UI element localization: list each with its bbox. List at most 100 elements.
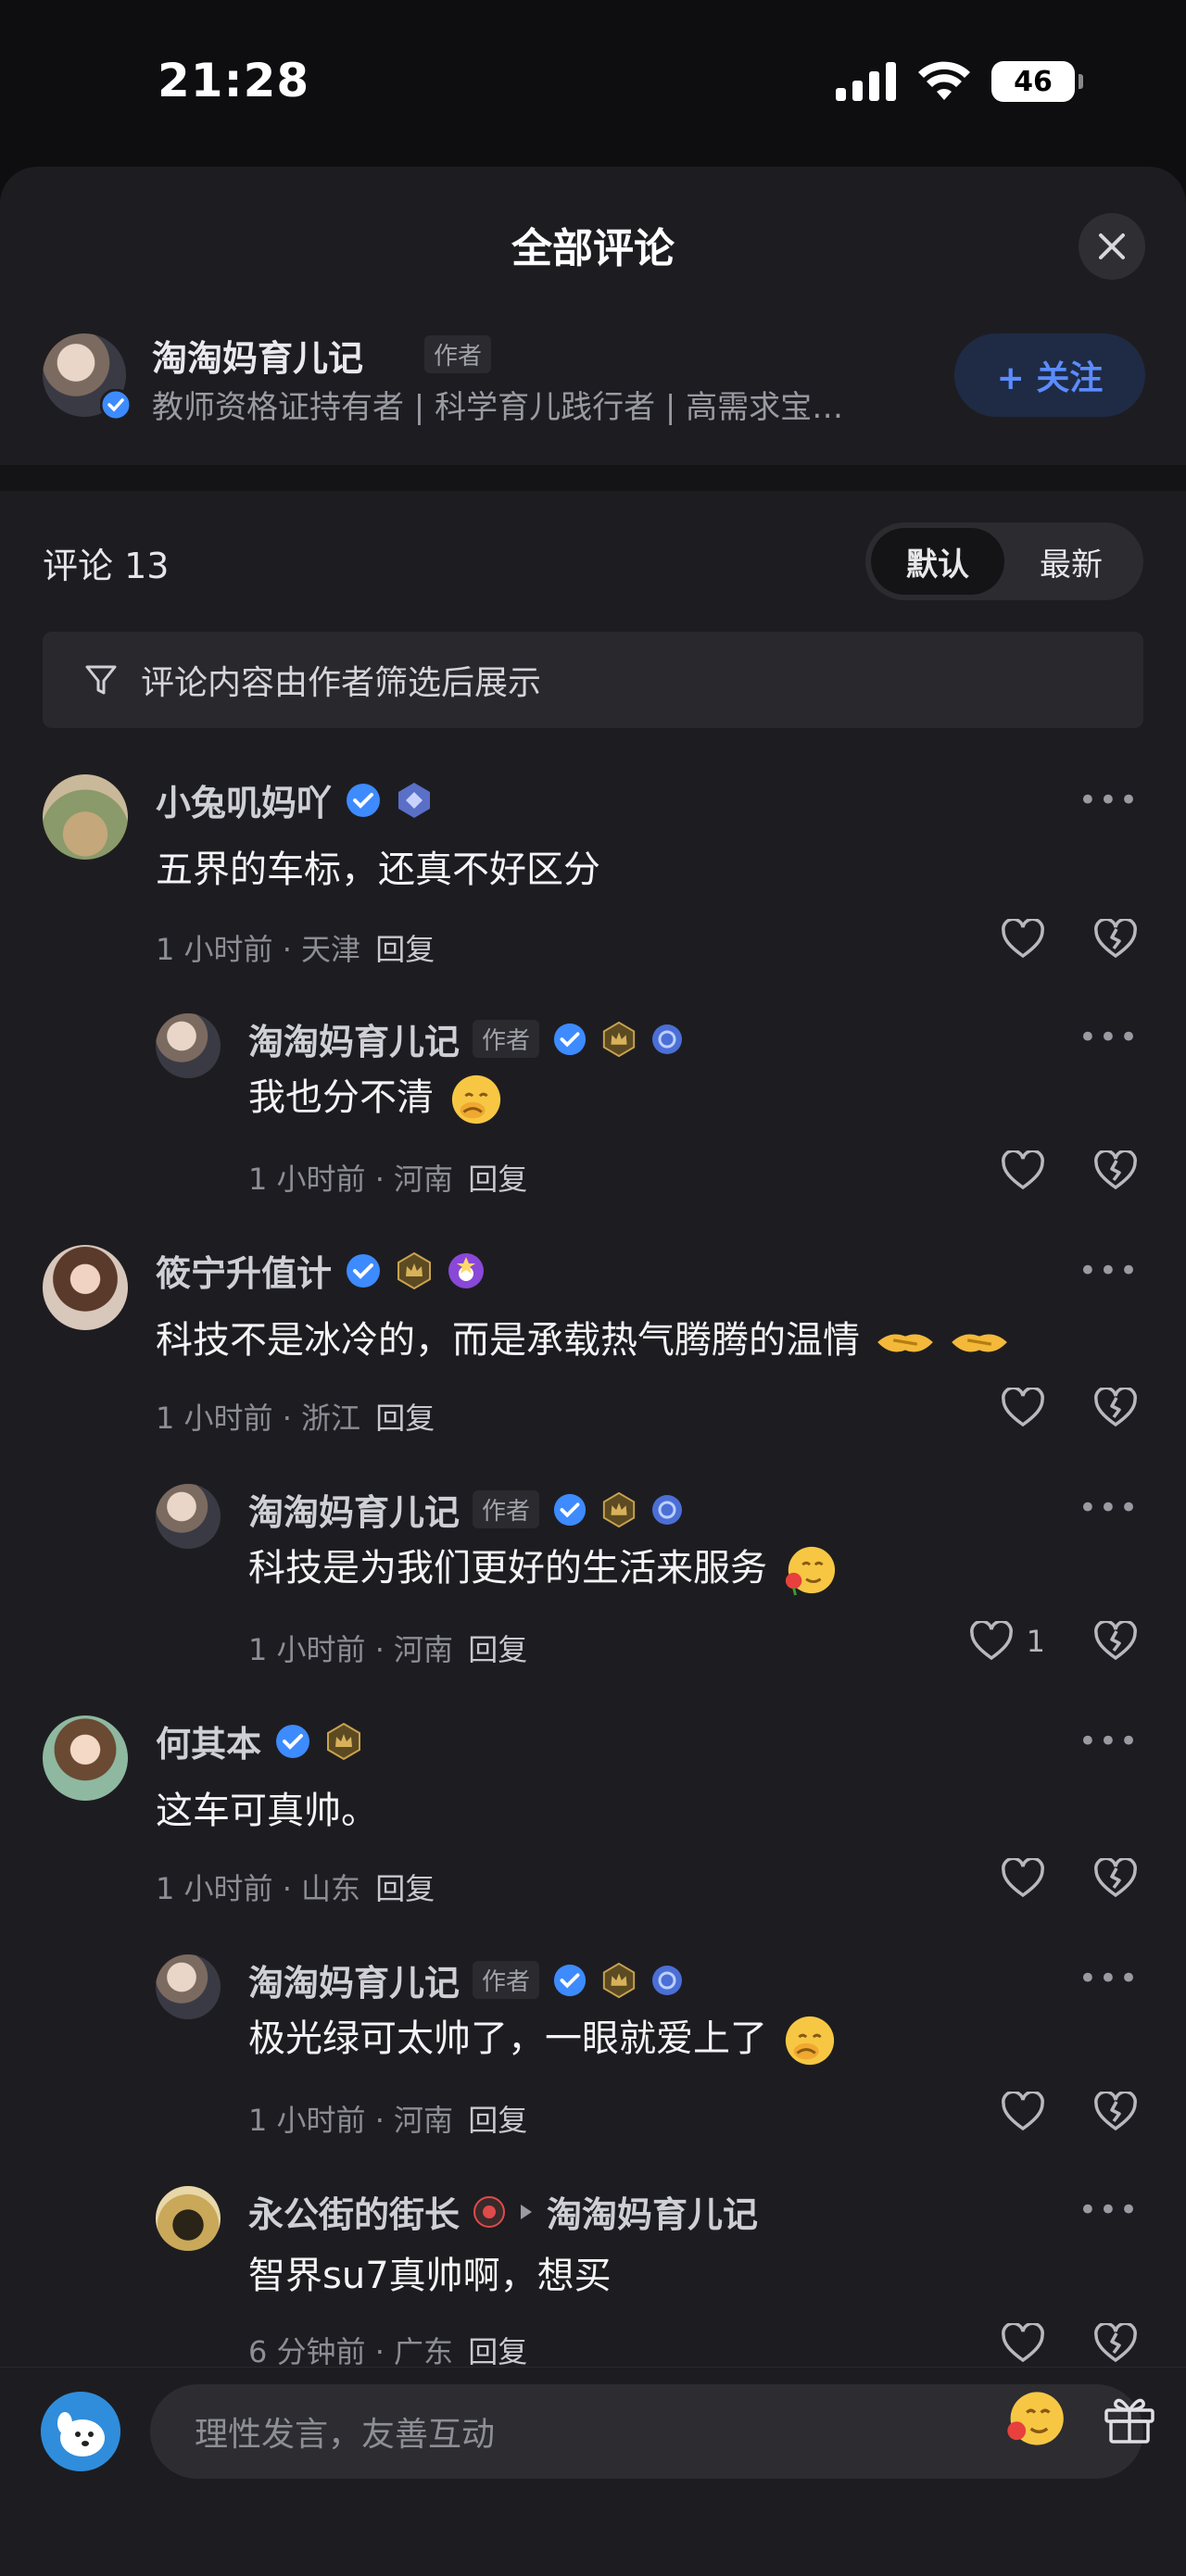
comment-author-name: 小兔叽妈吖 — [156, 783, 333, 823]
like-button[interactable] — [1001, 1388, 1045, 1428]
like-button[interactable] — [1001, 1858, 1045, 1899]
comment-text-content: 科技是为我们更好的生活来服务 — [248, 1547, 767, 1590]
comment-meta: 1 小时前 · 河南 回复 — [248, 1156, 527, 1199]
avatar[interactable] — [156, 1484, 221, 1549]
fan-badge-icon — [448, 1252, 485, 1288]
comment-item: 何其本 这车可真帅。 1 小时前 · 山东 回复 ••• — [0, 1710, 1186, 1932]
avatar[interactable] — [43, 1245, 128, 1330]
heart-icon — [1002, 1150, 1044, 1190]
avatar[interactable] — [43, 1715, 128, 1801]
close-button[interactable] — [1079, 213, 1145, 280]
dislike-button[interactable] — [1093, 1619, 1138, 1665]
shy-smile-emoji-icon — [451, 1074, 500, 1125]
level-badge-icon — [398, 782, 431, 818]
dislike-button[interactable] — [1093, 1386, 1138, 1432]
emoji-button[interactable] — [1004, 2388, 1066, 2453]
handshake-emoji-icon — [952, 1334, 1008, 1352]
heart-icon — [1002, 1858, 1044, 1898]
dislike-button[interactable] — [1093, 1856, 1138, 1903]
shy-smile-emoji-icon — [785, 2016, 834, 2066]
level-badge-icon — [652, 1024, 683, 1054]
like-button[interactable] — [1001, 1150, 1045, 1191]
dislike-button[interactable] — [1093, 1149, 1138, 1195]
crown-badge-icon — [397, 1251, 432, 1289]
comment-meta: 1 小时前 · 河南 回复 — [248, 1627, 527, 1669]
sheet-title: 全部评论 — [511, 225, 675, 272]
comment-time-location: 1 小时前 · 山东 — [156, 1871, 361, 1906]
comment-author-name: 淘淘妈育儿记 — [248, 1022, 461, 1062]
reply-button[interactable]: 回复 — [375, 1871, 435, 1906]
verified-icon — [553, 1493, 587, 1526]
like-button[interactable] — [1001, 2092, 1045, 2132]
reply-button[interactable]: 回复 — [468, 2103, 527, 2138]
status-time: 21:28 — [158, 54, 310, 107]
comment-text: 我也分不清 — [248, 1067, 503, 1126]
comment-text-content: 极光绿可太帅了，一眼就爱上了 — [248, 2017, 767, 2060]
more-options-icon[interactable]: ••• — [1079, 1252, 1140, 1289]
heart-icon — [1002, 919, 1044, 959]
reply-button[interactable]: 回复 — [375, 1401, 435, 1436]
more-options-icon[interactable]: ••• — [1079, 2192, 1140, 2229]
like-button[interactable] — [1001, 2323, 1045, 2364]
avatar[interactable] — [156, 1013, 221, 1078]
comment-author-name: 何其本 — [156, 1724, 262, 1765]
more-options-icon[interactable]: ••• — [1079, 1489, 1140, 1527]
verified-icon — [347, 783, 381, 817]
broken-heart-icon — [1094, 1856, 1137, 1898]
comment-input-placeholder: 理性发言，友善互动 — [195, 2416, 496, 2454]
comment-author[interactable]: 永公街的街长 淘淘妈育儿记 — [248, 2186, 758, 2237]
avatar[interactable] — [156, 2186, 221, 2251]
broken-heart-icon — [1094, 2090, 1137, 2131]
reply-button[interactable]: 回复 — [468, 1162, 527, 1197]
like-button[interactable] — [1001, 919, 1045, 960]
reply-button[interactable]: 回复 — [375, 932, 435, 967]
comment-author[interactable]: 淘淘妈育儿记 作者 — [248, 1954, 684, 2005]
author-header: 淘淘妈育儿记 作者 教师资格证持有者 | 科学育儿践行者 | 高需求宝… + 关… — [43, 324, 1145, 426]
more-options-icon[interactable]: ••• — [1079, 1960, 1140, 1997]
comment-author[interactable]: 淘淘妈育儿记 作者 — [248, 1484, 684, 1535]
follow-button[interactable]: + 关注 — [954, 333, 1145, 417]
dislike-button[interactable] — [1093, 2321, 1138, 2368]
comment-time-location: 1 小时前 · 河南 — [248, 1632, 454, 1667]
comment-author[interactable]: 淘淘妈育儿记 作者 — [248, 1013, 684, 1064]
comment-text-content: 科技不是冰冷的，而是承载热气腾腾的温情 — [156, 1319, 860, 1362]
gift-button[interactable] — [1101, 2390, 1158, 2451]
verified-icon — [553, 1023, 587, 1055]
comment-time-location: 1 小时前 · 天津 — [156, 932, 361, 967]
sort-latest[interactable]: 最新 — [1004, 528, 1138, 595]
wifi-icon — [918, 61, 970, 100]
author-tag: 作者 — [473, 1020, 540, 1058]
sort-toggle: 默认 最新 — [865, 522, 1143, 600]
reply-button[interactable]: 回复 — [468, 1632, 527, 1667]
comment-author[interactable]: 筱宁升值计 — [156, 1245, 486, 1296]
comment-text: 智界su7真帅啊，想买 — [248, 2255, 612, 2297]
battery-level: 46 — [1014, 65, 1053, 98]
comment-item: 小兔叽妈吖 五界的车标，还真不好区分 1 小时前 · 天津 回复 ••• — [0, 769, 1186, 991]
author-tag: 作者 — [473, 1961, 540, 1999]
author-tag: 作者 — [473, 1490, 540, 1528]
signal-icon — [836, 62, 896, 101]
reply-to-name[interactable]: 淘淘妈育儿记 — [547, 2186, 758, 2237]
comment-input[interactable]: 理性发言，友善互动 — [150, 2384, 1143, 2479]
author-name[interactable]: 淘淘妈育儿记 — [152, 330, 363, 381]
comment-author[interactable]: 何其本 — [156, 1715, 363, 1766]
broken-heart-icon — [1094, 1149, 1137, 1190]
comment-author[interactable]: 小兔叽妈吖 — [156, 774, 434, 825]
comment-time-location: 6 分钟前 · 广东 — [248, 2334, 454, 2369]
broken-heart-icon — [1094, 2321, 1137, 2363]
reply-button[interactable]: 回复 — [468, 2334, 527, 2369]
avatar[interactable] — [156, 1954, 221, 2019]
author-avatar[interactable] — [43, 333, 132, 421]
filter-notice-text: 评论内容由作者筛选后展示 — [141, 664, 542, 702]
dislike-button[interactable] — [1093, 917, 1138, 963]
verified-icon — [100, 389, 132, 421]
my-avatar[interactable] — [41, 2392, 120, 2471]
like-button[interactable]: 1 — [969, 1621, 1045, 1662]
avatar[interactable] — [43, 774, 128, 860]
dislike-button[interactable] — [1093, 2090, 1138, 2136]
more-options-icon[interactable]: ••• — [1079, 1019, 1140, 1056]
comment-item: 筱宁升值计 科技不是冰冷的，而是承载热气腾腾的温情 1 小时前 · 浙江 回复 … — [0, 1239, 1186, 1462]
more-options-icon[interactable]: ••• — [1079, 1723, 1140, 1760]
sort-default[interactable]: 默认 — [871, 528, 1004, 595]
more-options-icon[interactable]: ••• — [1079, 782, 1140, 819]
